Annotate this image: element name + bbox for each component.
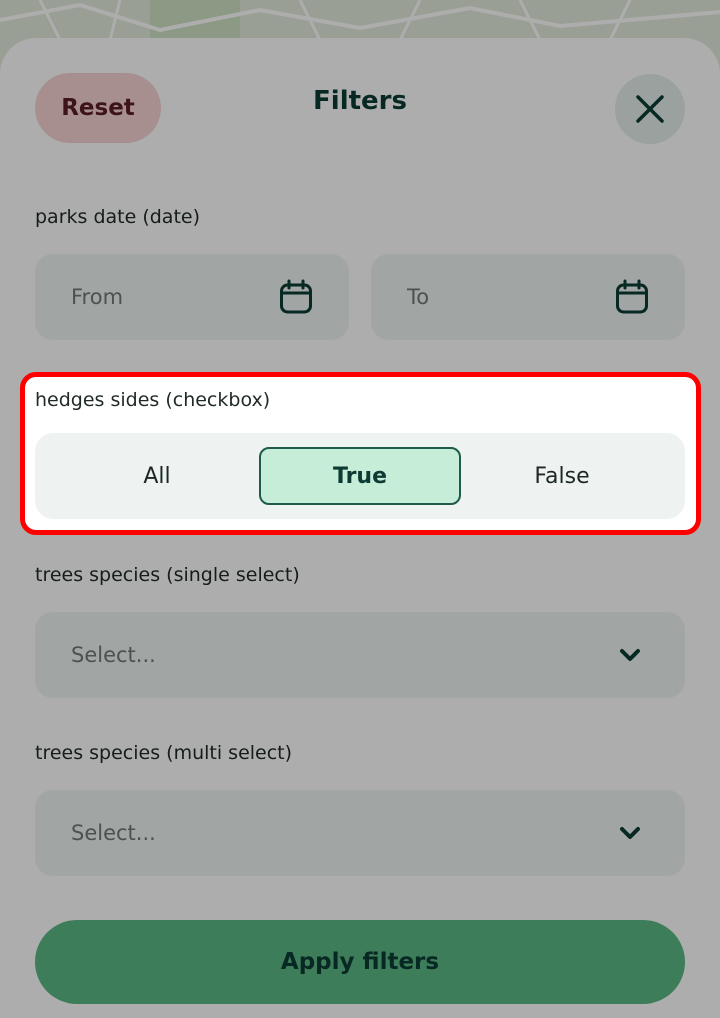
calendar-icon bbox=[279, 279, 313, 315]
single-select-placeholder: Select... bbox=[71, 643, 156, 667]
multi-select-label: trees species (multi select) bbox=[35, 742, 293, 764]
multi-select-placeholder: Select... bbox=[71, 821, 156, 845]
highlighted-checkbox-field: hedges sides (checkbox) All True False bbox=[20, 372, 701, 535]
option-all[interactable]: All bbox=[56, 447, 258, 505]
single-select-dropdown[interactable]: Select... bbox=[35, 612, 685, 698]
date-to-field[interactable]: To bbox=[371, 254, 685, 340]
date-field-label: parks date (date) bbox=[35, 206, 201, 228]
apply-filters-button[interactable]: Apply filters bbox=[35, 920, 685, 1004]
calendar-icon bbox=[615, 279, 649, 315]
checkbox-segmented-control: All True False bbox=[35, 433, 685, 519]
close-icon bbox=[635, 94, 665, 124]
single-select-label: trees species (single select) bbox=[35, 564, 300, 586]
page-title: Filters bbox=[313, 86, 407, 116]
chevron-down-icon bbox=[619, 826, 641, 840]
multi-select-dropdown[interactable]: Select... bbox=[35, 790, 685, 876]
chevron-down-icon bbox=[619, 648, 641, 662]
date-from-placeholder: From bbox=[71, 285, 124, 309]
option-true[interactable]: True bbox=[259, 447, 461, 505]
close-button[interactable] bbox=[615, 74, 685, 144]
date-to-placeholder: To bbox=[407, 285, 430, 309]
option-false[interactable]: False bbox=[461, 447, 663, 505]
date-from-field[interactable]: From bbox=[35, 254, 349, 340]
checkbox-field-label: hedges sides (checkbox) bbox=[35, 389, 271, 411]
